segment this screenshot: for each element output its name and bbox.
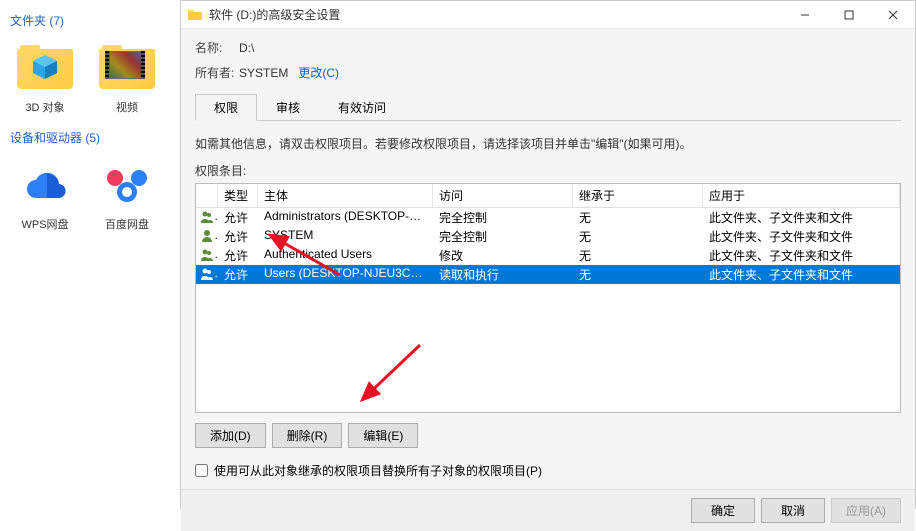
col-access[interactable]: 访问	[433, 184, 573, 207]
user-icon	[200, 229, 214, 243]
replace-permissions-checkbox[interactable]	[195, 464, 208, 477]
owner-label: 所有者:	[195, 64, 239, 81]
permission-entries-label: 权限条目:	[195, 162, 901, 179]
folder-video-icon	[95, 39, 159, 95]
owner-value: SYSTEM	[239, 66, 288, 80]
close-button[interactable]	[871, 1, 915, 29]
desktop-icon-label: 视频	[116, 99, 138, 115]
tab-effective-access[interactable]: 有效访问	[319, 94, 405, 121]
desktop-icon-label: WPS网盘	[21, 216, 68, 232]
permission-table: 类型 主体 访问 继承于 应用于 允许 Administrators (DESK…	[195, 183, 901, 413]
users-icon	[200, 267, 214, 281]
add-button[interactable]: 添加(D)	[195, 423, 266, 448]
tabs: 权限 审核 有效访问	[195, 93, 901, 121]
desktop-group-folders: 文件夹 (7)	[4, 8, 176, 33]
ok-button[interactable]: 确定	[691, 498, 755, 523]
desktop-background: 文件夹 (7) 3D 对象	[0, 0, 180, 509]
table-header: 类型 主体 访问 继承于 应用于	[196, 184, 900, 208]
col-apply[interactable]: 应用于	[703, 184, 900, 207]
table-row[interactable]: 允许 Users (DESKTOP-NJEU3CG\Users) 读取和执行 无…	[196, 265, 900, 284]
advanced-security-dialog: 软件 (D:)的高级安全设置 名称: D:\ 所有者: SYSTEM 更改(C)…	[180, 0, 916, 509]
hint-text: 如需其他信息，请双击权限项目。若要修改权限项目，请选择该项目并单击"编辑"(如果…	[195, 135, 901, 152]
titlebar: 软件 (D:)的高级安全设置	[181, 1, 915, 29]
replace-permissions-label: 使用可从此对象继承的权限项目替换所有子对象的权限项目(P)	[214, 462, 542, 479]
name-label: 名称:	[195, 39, 239, 56]
name-value: D:\	[239, 41, 254, 55]
desktop-icon-3d-objects[interactable]: 3D 对象	[10, 39, 80, 115]
edit-button[interactable]: 编辑(E)	[348, 423, 418, 448]
tab-permissions[interactable]: 权限	[195, 94, 257, 121]
col-inherit[interactable]: 继承于	[573, 184, 703, 207]
table-row[interactable]: 允许 Authenticated Users 修改 无 此文件夹、子文件夹和文件	[196, 246, 900, 265]
users-icon	[200, 210, 214, 224]
change-owner-link[interactable]: 更改(C)	[298, 64, 339, 81]
baidu-cloud-icon	[95, 156, 159, 212]
col-type[interactable]: 类型	[218, 184, 258, 207]
desktop-icon-label: 3D 对象	[25, 99, 64, 115]
apply-button[interactable]: 应用(A)	[831, 498, 901, 523]
users-icon	[200, 248, 214, 262]
replace-permissions-checkbox-row[interactable]: 使用可从此对象继承的权限项目替换所有子对象的权限项目(P)	[195, 462, 901, 479]
desktop-group-devices: 设备和驱动器 (5)	[4, 125, 176, 150]
table-row[interactable]: 允许 SYSTEM 完全控制 无 此文件夹、子文件夹和文件	[196, 227, 900, 246]
minimize-button[interactable]	[783, 1, 827, 29]
folder-3d-icon	[13, 39, 77, 95]
col-principal[interactable]: 主体	[258, 184, 433, 207]
tab-auditing[interactable]: 审核	[257, 94, 319, 121]
desktop-icon-label: 百度网盘	[105, 216, 149, 232]
maximize-button[interactable]	[827, 1, 871, 29]
wps-cloud-icon	[13, 156, 77, 212]
desktop-icon-baidu-cloud[interactable]: 百度网盘	[92, 156, 162, 232]
window-title: 软件 (D:)的高级安全设置	[209, 6, 783, 23]
desktop-icon-wps-cloud[interactable]: WPS网盘	[10, 156, 80, 232]
desktop-icon-videos[interactable]: 视频	[92, 39, 162, 115]
table-row[interactable]: 允许 Administrators (DESKTOP-NJEU3C... 完全控…	[196, 208, 900, 227]
cancel-button[interactable]: 取消	[761, 498, 825, 523]
remove-button[interactable]: 删除(R)	[272, 423, 343, 448]
folder-icon	[187, 7, 203, 23]
